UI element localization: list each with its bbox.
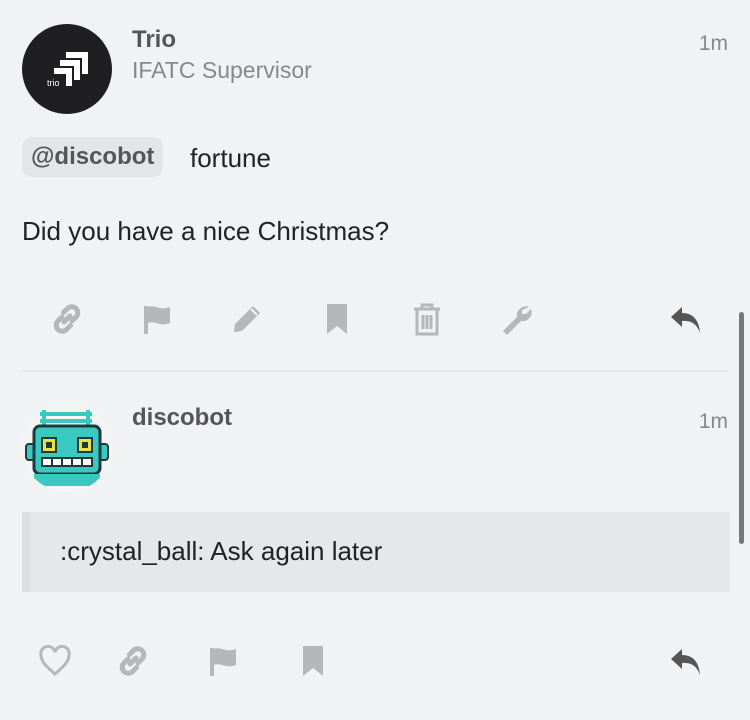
like-button[interactable] [30, 636, 80, 686]
scrollbar[interactable] [739, 312, 744, 544]
delete-icon [414, 303, 440, 336]
user-title: IFATC Supervisor [132, 57, 312, 83]
flag-button[interactable] [198, 636, 248, 686]
link-button[interactable] [108, 636, 158, 686]
flag-icon [144, 306, 170, 334]
link-button[interactable] [42, 294, 92, 344]
post-body-text: Did you have a nice Christmas? [22, 216, 390, 246]
post-trio: trio Trio IFATC Supervisor 1m @discobot … [0, 0, 750, 372]
bookmark-icon [303, 646, 323, 676]
flag-icon [210, 648, 236, 676]
bookmark-icon [327, 304, 347, 334]
wrench-icon [503, 306, 532, 335]
mention-command-text: fortune [190, 143, 271, 173]
fortune-quote-text: :crystal_ball: Ask again later [60, 536, 383, 566]
reply-icon [671, 307, 700, 333]
post-actions [0, 294, 750, 354]
post-author-name[interactable]: Trio [132, 26, 176, 54]
post-author-name[interactable]: discobot [132, 404, 232, 432]
link-icon [53, 304, 81, 334]
post-time[interactable]: 1m [699, 410, 728, 434]
like-icon [39, 644, 71, 676]
svg-text:trio: trio [47, 78, 60, 88]
avatar-discobot[interactable] [22, 402, 112, 492]
fortune-quote-box: :crystal_ball: Ask again later [22, 512, 730, 592]
reply-button[interactable] [660, 636, 710, 686]
post-time[interactable]: 1m [699, 32, 728, 56]
flag-button[interactable] [132, 294, 182, 344]
reply-icon [671, 649, 700, 675]
edit-button[interactable] [222, 294, 272, 344]
admin-wrench-button[interactable] [492, 294, 542, 344]
post-discobot: discobot 1m :crystal_ball: Ask again lat… [0, 372, 750, 720]
bookmark-button[interactable] [288, 636, 338, 686]
delete-button[interactable] [402, 294, 452, 344]
avatar-trio[interactable]: trio [22, 24, 112, 114]
link-icon [119, 646, 147, 676]
reply-button[interactable] [660, 294, 710, 344]
edit-icon [234, 306, 260, 332]
post-actions [0, 636, 750, 696]
bookmark-button[interactable] [312, 294, 362, 344]
mention-discobot[interactable]: @discobot [22, 137, 164, 177]
